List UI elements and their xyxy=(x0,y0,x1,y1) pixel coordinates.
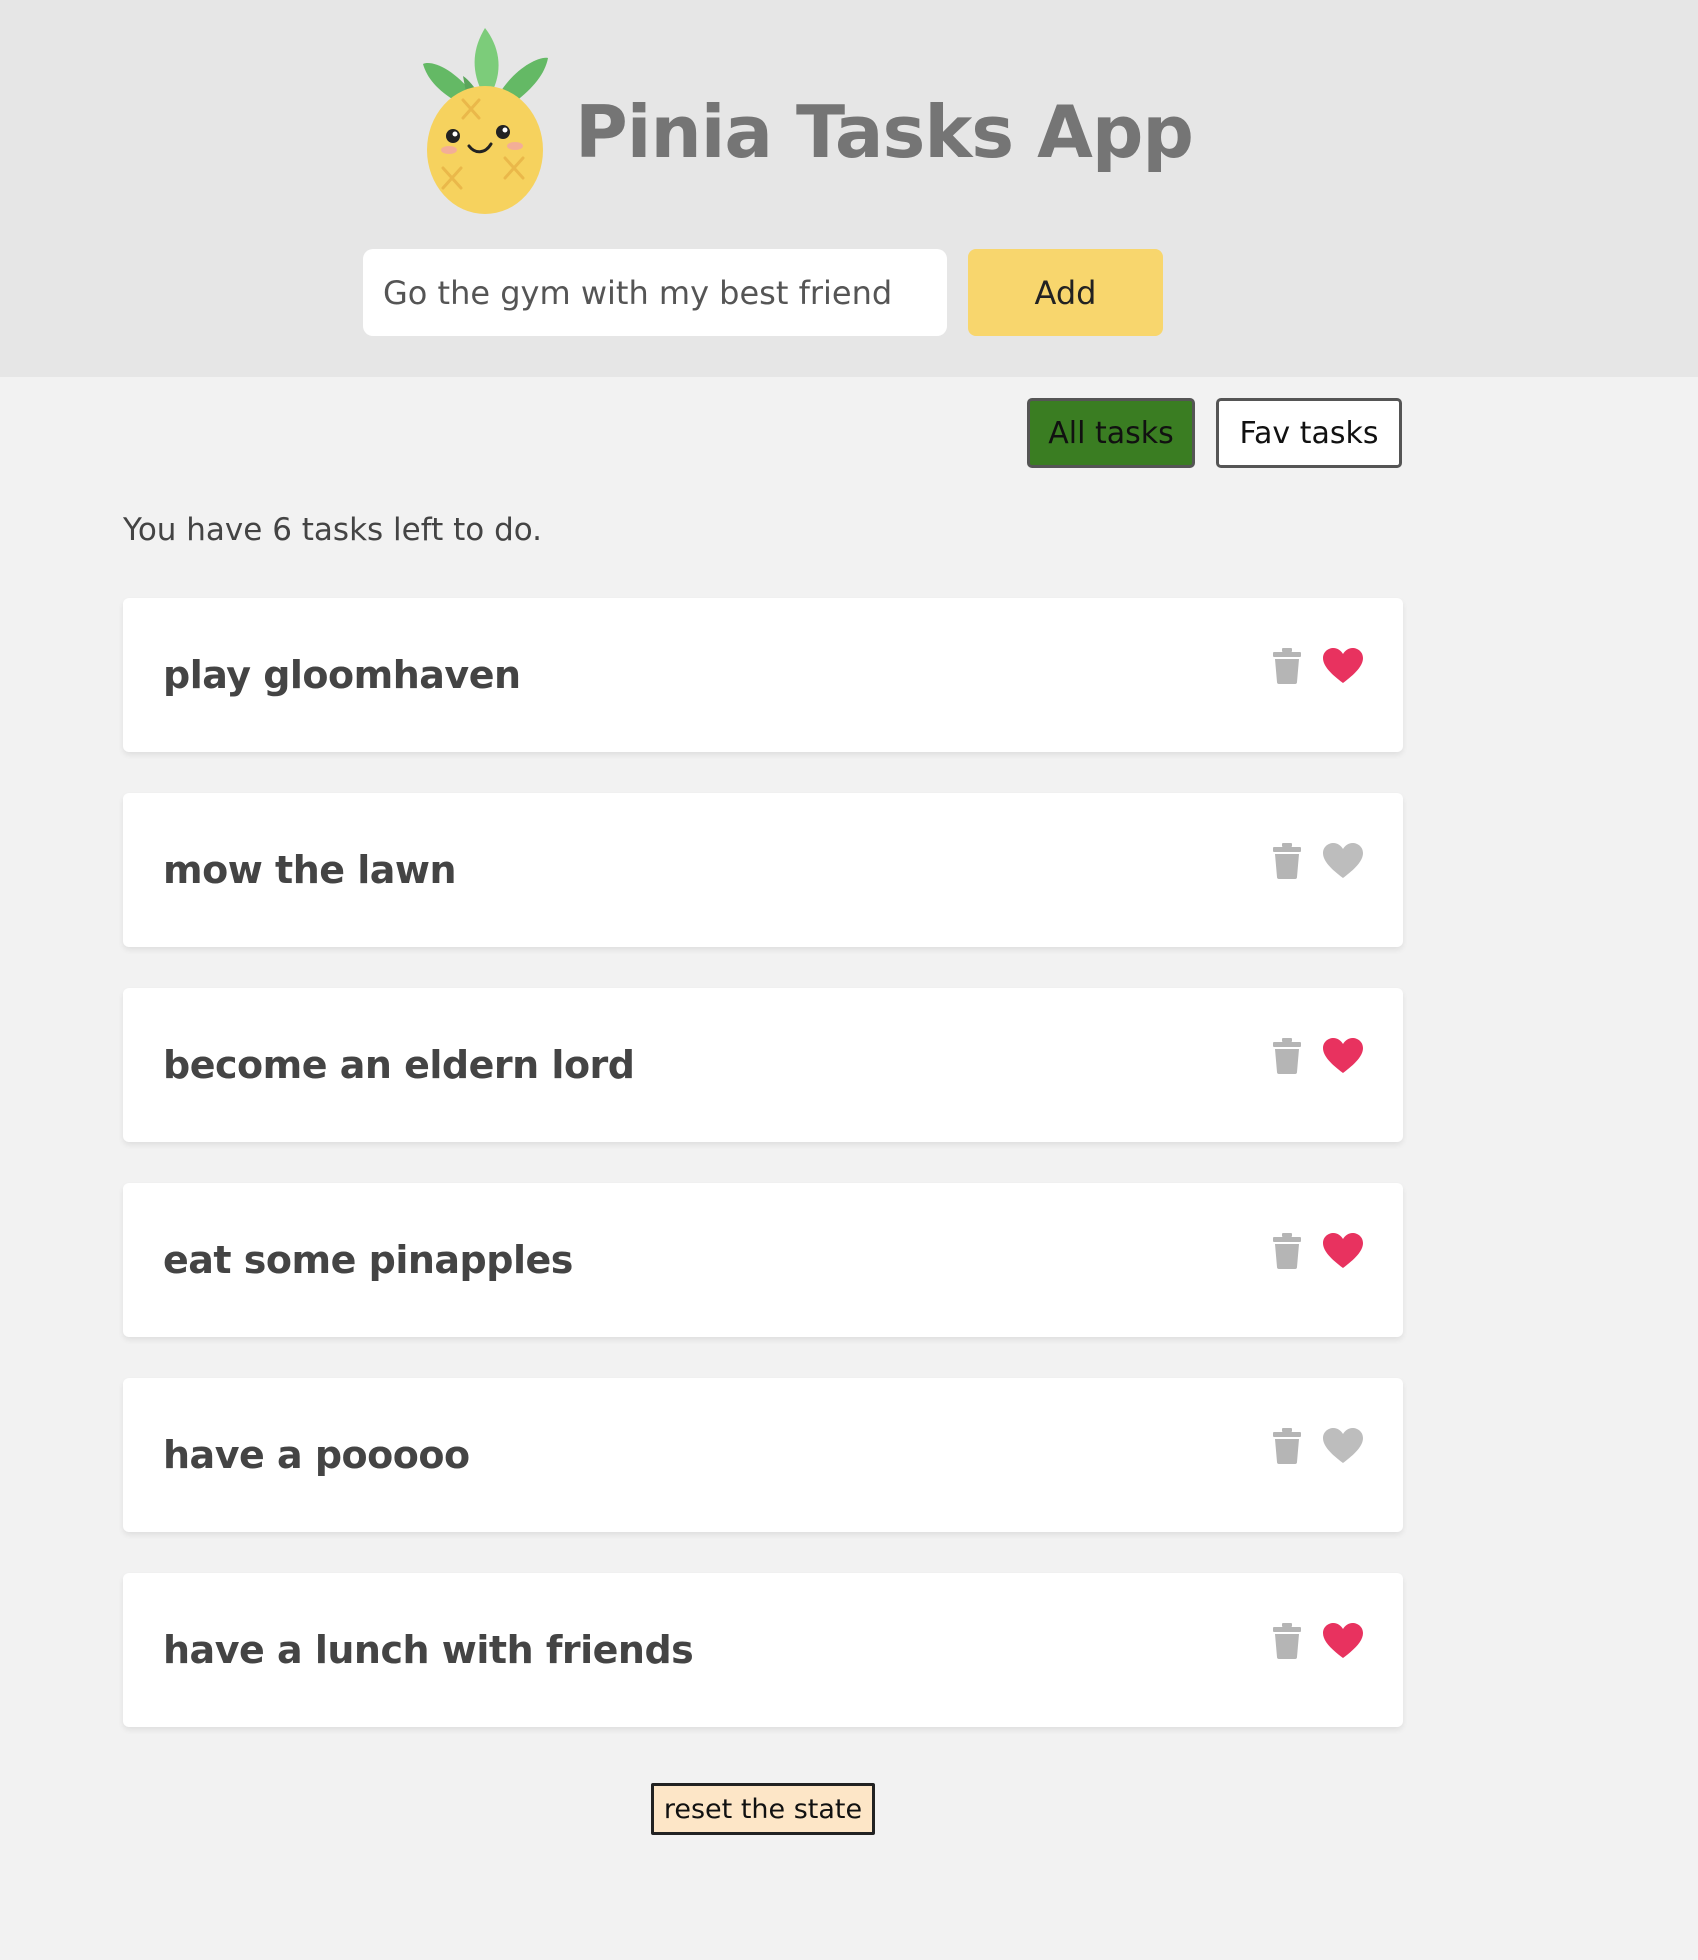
task-list: play gloomhaven mow the lawn become an eld… xyxy=(123,598,1403,1768)
task-title: become an eldern lord xyxy=(163,1043,635,1087)
task-actions xyxy=(1273,1233,1363,1269)
task-title: have a pooooo xyxy=(163,1433,470,1477)
task-card: mow the lawn xyxy=(123,793,1403,947)
new-task-input[interactable] xyxy=(363,249,947,336)
heart-icon[interactable] xyxy=(1323,1623,1363,1659)
app-header: Pinia Tasks App Add xyxy=(0,0,1698,377)
app-title: Pinia Tasks App xyxy=(575,90,1194,174)
task-card: play gloomhaven xyxy=(123,598,1403,752)
trash-icon[interactable] xyxy=(1273,1233,1301,1269)
add-task-button[interactable]: Add xyxy=(968,249,1163,336)
trash-icon[interactable] xyxy=(1273,1623,1301,1659)
trash-icon[interactable] xyxy=(1273,1428,1301,1464)
tasks-left-summary: You have 6 tasks left to do. xyxy=(123,512,543,548)
all-tasks-filter-button[interactable]: All tasks xyxy=(1027,398,1195,468)
heart-icon[interactable] xyxy=(1323,648,1363,684)
task-title: play gloomhaven xyxy=(163,653,521,697)
task-actions xyxy=(1273,843,1363,879)
task-card: become an eldern lord xyxy=(123,988,1403,1142)
reset-state-button[interactable]: reset the state xyxy=(651,1783,875,1835)
pineapple-logo-icon xyxy=(423,28,548,214)
trash-icon[interactable] xyxy=(1273,648,1301,684)
heart-icon[interactable] xyxy=(1323,1233,1363,1269)
task-card: have a pooooo xyxy=(123,1378,1403,1532)
trash-icon[interactable] xyxy=(1273,843,1301,879)
trash-icon[interactable] xyxy=(1273,1038,1301,1074)
heart-icon[interactable] xyxy=(1323,1038,1363,1074)
task-title: eat some pinapples xyxy=(163,1238,573,1282)
heart-icon[interactable] xyxy=(1323,1428,1363,1464)
task-actions xyxy=(1273,648,1363,684)
heart-icon[interactable] xyxy=(1323,843,1363,879)
task-title: mow the lawn xyxy=(163,848,457,892)
task-card: have a lunch with friends xyxy=(123,1573,1403,1727)
task-actions xyxy=(1273,1428,1363,1464)
task-actions xyxy=(1273,1623,1363,1659)
fav-tasks-filter-button[interactable]: Fav tasks xyxy=(1216,398,1402,468)
task-card: eat some pinapples xyxy=(123,1183,1403,1337)
task-title: have a lunch with friends xyxy=(163,1628,694,1672)
task-actions xyxy=(1273,1038,1363,1074)
